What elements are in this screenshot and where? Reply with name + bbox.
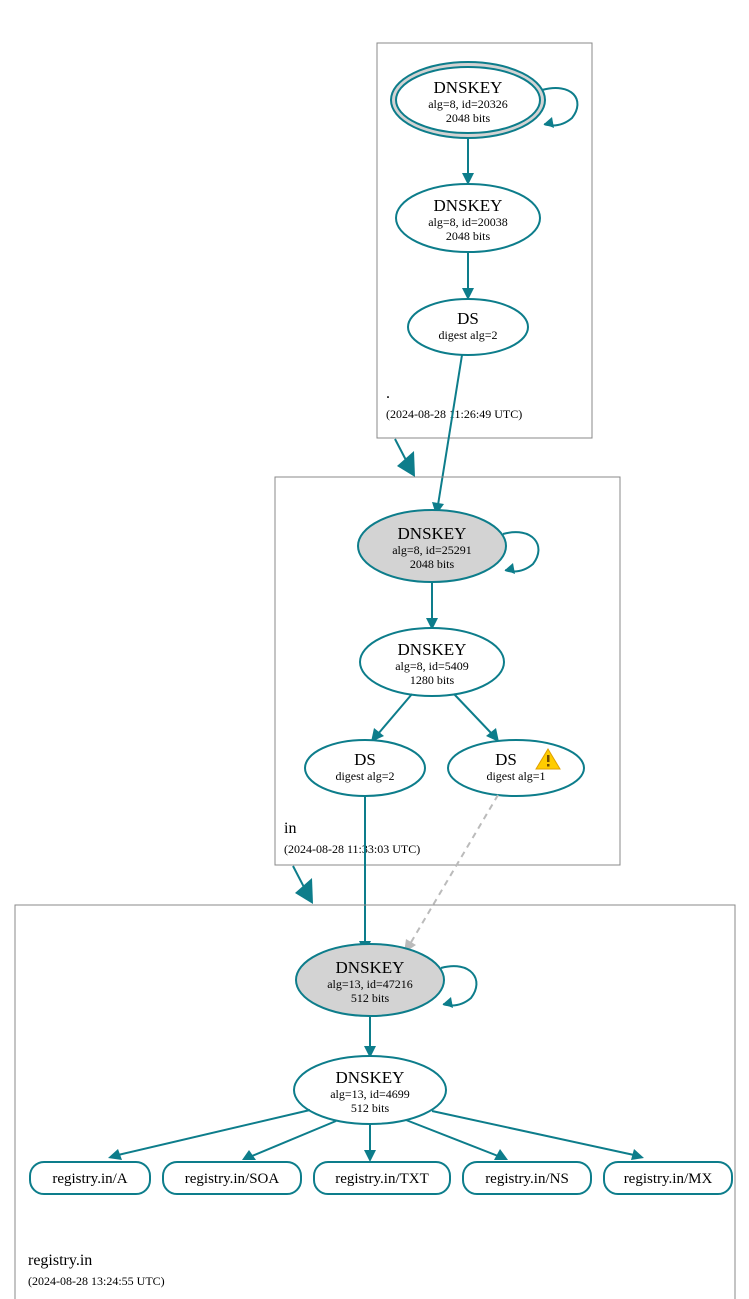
root-ds-title: DS [457,309,479,328]
root-ksk-alg: alg=8, id=20326 [428,97,508,111]
in-ds2-digest: digest alg=1 [486,769,545,783]
zone-in-ts: (2024-08-28 11:33:03 UTC) [284,842,420,856]
tgt-ksk-alg: alg=13, id=47216 [327,977,413,991]
edge-root-ds-in-ksk [438,355,462,505]
edge-in-ksk-self [503,532,538,571]
edge-z-mx [432,1111,634,1155]
edge-in-zsk-ds1 [378,694,412,734]
node-root-ksk: DNSKEY alg=8, id=20326 2048 bits [391,62,545,138]
node-rr-txt: registry.in/TXT [314,1162,450,1194]
node-in-ds1: DS digest alg=2 [305,740,425,796]
zone-target-ts: (2024-08-28 13:24:55 UTC) [28,1274,165,1288]
node-in-ds2: DS digest alg=1 [448,740,584,796]
zone-in-name: in [284,820,296,837]
rr-mx-label: registry.in/MX [624,1171,713,1187]
rr-a-label: registry.in/A [52,1171,127,1187]
node-in-ksk: DNSKEY alg=8, id=25291 2048 bits [358,510,506,582]
node-rr-mx: registry.in/MX [604,1162,732,1194]
arrow-in-to-target-thick [295,878,313,904]
arrow-root-ksk-self [544,117,554,128]
root-zsk-bits: 2048 bits [446,229,491,243]
node-tgt-zsk: DNSKEY alg=13, id=4699 512 bits [294,1056,446,1124]
edge-z-a [118,1110,310,1155]
arrow-root-to-in-thick [397,451,415,477]
edge-z-soa [252,1121,336,1156]
tgt-zsk-bits: 512 bits [351,1101,390,1115]
in-zsk-title: DNSKEY [398,640,467,659]
node-root-zsk: DNSKEY alg=8, id=20038 2048 bits [396,184,540,252]
in-ksk-title: DNSKEY [398,524,467,543]
root-ksk-title: DNSKEY [434,78,503,97]
node-in-zsk: DNSKEY alg=8, id=5409 1280 bits [360,628,504,696]
edge-tgt-ksk-self [441,966,476,1005]
zone-target-name: registry.in [28,1252,92,1269]
tgt-ksk-title: DNSKEY [336,958,405,977]
root-ds-digest: digest alg=2 [438,328,497,342]
tgt-ksk-bits: 512 bits [351,991,390,1005]
zone-in: DNSKEY alg=8, id=25291 2048 bits DNSKEY … [275,477,620,865]
zone-root: DNSKEY alg=8, id=20326 2048 bits DNSKEY … [377,43,592,438]
zone-target: DNSKEY alg=13, id=47216 512 bits DNSKEY … [15,905,735,1299]
root-zsk-alg: alg=8, id=20038 [428,215,508,229]
root-ksk-bits: 2048 bits [446,111,491,125]
in-ksk-alg: alg=8, id=25291 [392,543,472,557]
rr-ns-label: registry.in/NS [485,1171,569,1187]
in-ds1-digest: digest alg=2 [335,769,394,783]
node-root-ds: DS digest alg=2 [408,299,528,355]
arrow-tgt-ksk-self [443,997,453,1008]
edge-z-ns [406,1120,498,1156]
in-ds2-title: DS [495,750,517,769]
in-zsk-bits: 1280 bits [410,673,455,687]
edge-root-ksk-self [542,88,577,125]
zone-root-name: . [386,385,390,402]
root-zsk-title: DNSKEY [434,196,503,215]
edge-in-zsk-ds2 [454,694,492,734]
rr-soa-label: registry.in/SOA [185,1171,280,1187]
arrow-in-ksk-self [505,563,515,574]
in-ds1-title: DS [354,750,376,769]
node-rr-ns: registry.in/NS [463,1162,591,1194]
in-ksk-bits: 2048 bits [410,557,455,571]
rr-txt-label: registry.in/TXT [335,1171,429,1187]
node-rr-a: registry.in/A [30,1162,150,1194]
node-rr-soa: registry.in/SOA [163,1162,301,1194]
tgt-zsk-title: DNSKEY [336,1068,405,1087]
tgt-zsk-alg: alg=13, id=4699 [330,1087,410,1101]
edge-in-ds2-tgt-dashed [410,795,498,944]
node-tgt-ksk: DNSKEY alg=13, id=47216 512 bits [296,944,444,1016]
in-zsk-alg: alg=8, id=5409 [395,659,469,673]
dnssec-diagram: DNSKEY alg=8, id=20326 2048 bits DNSKEY … [0,0,749,1299]
